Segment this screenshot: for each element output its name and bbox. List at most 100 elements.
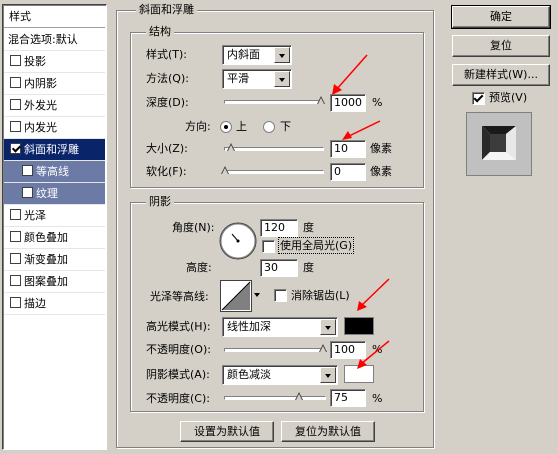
style-list-item[interactable]: 渐变叠加 [4, 249, 105, 271]
shadow-mode-dropdown[interactable]: 颜色减淡 [222, 365, 338, 385]
reset-default-button[interactable]: 复位为默认值 [281, 421, 375, 442]
direction-down-label: 下 [280, 120, 291, 133]
style-list-item-label: 内阴影 [24, 77, 57, 90]
soften-input[interactable]: 0 [330, 163, 366, 181]
angle-unit: 度 [303, 221, 314, 234]
style-checkbox[interactable] [10, 121, 21, 132]
global-light-label[interactable]: 使用全局光(G) [277, 237, 355, 254]
highlight-mode-dropdown[interactable]: 线性加深 [222, 317, 338, 337]
altitude-input[interactable]: 30 [260, 259, 298, 277]
style-list-item-label: 斜面和浮雕 [24, 143, 79, 156]
ok-button[interactable]: 确定 [451, 5, 551, 29]
preview-label: 预览(V) [489, 91, 528, 104]
style-checkbox[interactable] [10, 55, 21, 66]
size-slider[interactable] [224, 143, 324, 151]
depth-unit: % [372, 96, 383, 109]
style-checkbox[interactable] [10, 99, 21, 110]
annotation-arrow-icon [332, 54, 368, 95]
style-list-item-label: 混合选项:默认 [8, 33, 78, 46]
style-checkbox[interactable] [10, 253, 21, 264]
style-list-item[interactable]: 内发光 [4, 117, 105, 139]
anti-aliased-checkbox[interactable] [274, 289, 287, 302]
chevron-down-icon[interactable] [274, 71, 290, 87]
depth-label: 深度(D): [146, 96, 189, 109]
style-list-item[interactable]: 等高线 [4, 161, 105, 183]
technique-label: 方法(Q): [146, 72, 189, 85]
shadow-opacity-slider-thumb[interactable] [295, 392, 304, 402]
technique-dropdown[interactable]: 平滑 [222, 69, 292, 89]
style-list-item-label: 外发光 [24, 99, 57, 112]
shadow-opacity-input[interactable]: 75 [330, 389, 366, 407]
style-list-item[interactable]: 颜色叠加 [4, 227, 105, 249]
style-list-item[interactable]: 内阴影 [4, 73, 105, 95]
style-list-item[interactable]: 图案叠加 [4, 271, 105, 293]
style-list-item-label: 渐变叠加 [24, 253, 68, 266]
gloss-contour-label: 光泽等高线: [150, 290, 209, 303]
style-list-item-label: 内发光 [24, 121, 57, 134]
bevel-style-dropdown[interactable]: 内斜面 [222, 45, 292, 65]
highlight-mode-value: 线性加深 [227, 320, 271, 333]
depth-slider[interactable] [224, 96, 325, 104]
size-label: 大小(Z): [146, 142, 188, 155]
direction-down-radio[interactable] [263, 121, 275, 133]
size-slider-thumb[interactable] [227, 143, 236, 153]
style-checkbox[interactable] [10, 77, 21, 88]
chevron-down-icon[interactable] [274, 47, 290, 63]
chevron-down-icon[interactable] [254, 293, 260, 297]
shadow-mode-value: 颜色减淡 [227, 368, 271, 381]
preview-checkbox[interactable] [472, 92, 485, 105]
angle-input[interactable]: 120 [260, 219, 298, 237]
angle-label: 角度(N): [172, 221, 215, 234]
style-checkbox[interactable] [10, 143, 21, 154]
style-list-item[interactable]: 斜面和浮雕 [4, 139, 105, 161]
highlight-opacity-label: 不透明度(O): [146, 343, 211, 356]
highlight-color-swatch[interactable] [344, 317, 374, 335]
shadow-opacity-unit: % [372, 392, 383, 405]
make-default-button[interactable]: 设置为默认值 [180, 421, 274, 442]
bevel-style-value: 内斜面 [227, 48, 260, 61]
bevel-emboss-title: 斜面和浮雕 [136, 3, 197, 17]
anti-aliased-label: 消除锯齿(L) [291, 289, 350, 302]
style-checkbox[interactable] [10, 275, 21, 286]
style-list-item[interactable]: 描边 [4, 293, 105, 315]
direction-up-radio[interactable] [220, 121, 232, 133]
soften-slider[interactable] [221, 166, 324, 174]
chevron-down-icon[interactable] [320, 367, 336, 383]
style-checkbox[interactable] [22, 165, 33, 176]
shading-title: 阴影 [146, 195, 174, 209]
size-unit: 像素 [370, 142, 392, 155]
style-checkbox[interactable] [22, 187, 33, 198]
structure-title: 结构 [146, 25, 174, 39]
global-light-checkbox[interactable] [262, 240, 275, 253]
annotation-arrow-icon [357, 340, 390, 369]
style-list-item-label: 颜色叠加 [24, 231, 68, 244]
depth-slider-thumb[interactable] [317, 96, 326, 106]
soften-unit: 像素 [370, 165, 392, 178]
reset-button[interactable]: 复位 [452, 35, 550, 57]
highlight-mode-label: 高光模式(H): [146, 320, 211, 333]
direction-up-label: 上 [236, 120, 247, 133]
style-checkbox[interactable] [10, 209, 21, 220]
highlight-opacity-slider[interactable] [224, 344, 327, 352]
style-list-item[interactable]: 投影 [4, 51, 105, 73]
shadow-mode-label: 阴影模式(A): [146, 368, 210, 381]
gloss-contour-dropdown[interactable] [252, 280, 262, 312]
gloss-contour-thumbnail[interactable] [220, 280, 252, 312]
new-style-button[interactable]: 新建样式(W)... [452, 64, 550, 86]
style-list-item[interactable]: 光泽 [4, 205, 105, 227]
chevron-down-icon[interactable] [320, 319, 336, 335]
style-label: 样式(T): [146, 48, 188, 61]
soften-label: 软化(F): [146, 165, 187, 178]
style-list-item[interactable]: 纹理 [4, 183, 105, 205]
style-list-item[interactable]: 外发光 [4, 95, 105, 117]
soften-slider-thumb[interactable] [221, 166, 230, 176]
style-list-item-label: 描边 [24, 297, 46, 310]
highlight-opacity-slider-thumb[interactable] [319, 344, 328, 354]
shadow-opacity-slider[interactable] [224, 392, 326, 400]
technique-value: 平滑 [227, 72, 249, 85]
style-list-item[interactable]: 混合选项:默认 [4, 29, 105, 51]
angle-dial[interactable] [218, 218, 258, 264]
style-checkbox[interactable] [10, 297, 21, 308]
size-input[interactable]: 10 [330, 140, 366, 158]
style-checkbox[interactable] [10, 231, 21, 242]
